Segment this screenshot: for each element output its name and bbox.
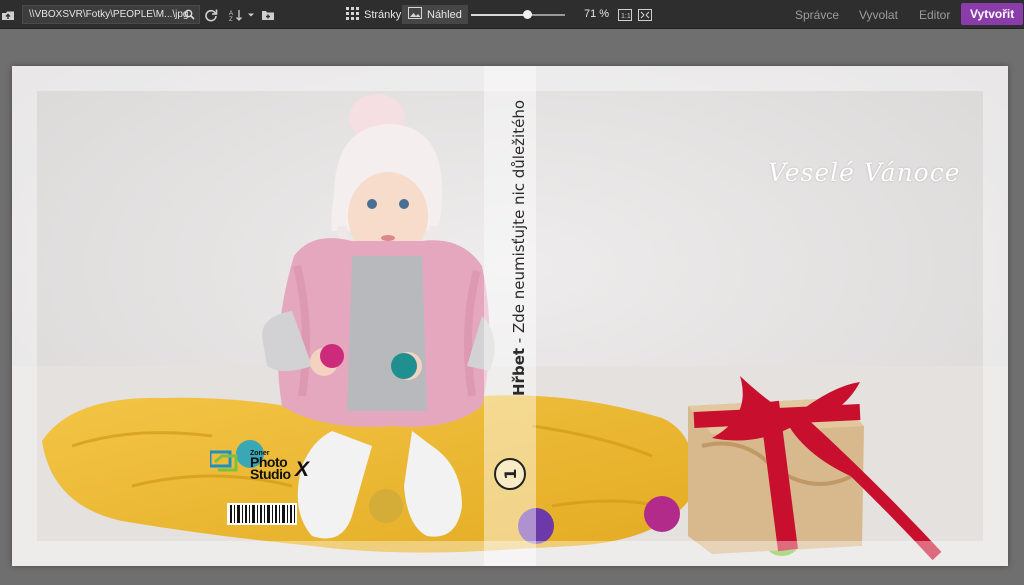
view-pages-label: Stránky	[364, 8, 402, 21]
mode-vytvorit[interactable]: Vytvořit	[961, 3, 1024, 25]
book-cover-canvas[interactable]: Hřbet - Zde neumisťujte nic důležitého 1…	[12, 66, 1008, 566]
spine-text-rest: - Zde neumisťujte nic důležitého	[510, 99, 528, 348]
spine-logo-badge: 1	[494, 458, 526, 490]
zoom-slider[interactable]	[471, 10, 565, 19]
zoom-level-label: 71 %	[584, 8, 610, 20]
bleed-left	[12, 91, 37, 541]
svg-text:1:1: 1:1	[621, 13, 631, 20]
new-folder-icon[interactable]	[261, 0, 275, 29]
top-toolbar: \\VBOXSVR\Fotky\PEOPLE\M...\jpg AZ Strán…	[0, 0, 1024, 29]
view-pages-button[interactable]: Stránky	[340, 5, 407, 24]
spine-logo-number: 1	[500, 468, 520, 480]
up-folder-icon[interactable]	[1, 0, 15, 29]
zoom-slider-knob[interactable]	[523, 10, 533, 19]
view-preview-label: Náhled	[427, 8, 462, 21]
chevron-down-icon[interactable]	[247, 0, 255, 29]
spine-text: Hřbet - Zde neumisťujte nic důležitého	[510, 100, 528, 396]
mode-vyvolat[interactable]: Vyvolat	[859, 8, 898, 22]
search-icon[interactable]	[184, 9, 195, 23]
view-preview-button[interactable]: Náhled	[402, 5, 468, 24]
path-text: \\VBOXSVR\Fotky\PEOPLE\M...\jpg	[29, 9, 189, 20]
mode-editor[interactable]: Editor	[919, 8, 950, 22]
sort-icon[interactable]: AZ	[229, 0, 243, 29]
zoom-slider-fill	[471, 14, 528, 16]
path-field[interactable]: \\VBOXSVR\Fotky\PEOPLE\M...\jpg	[22, 5, 200, 24]
greeting-text[interactable]: Veselé Vánoce	[768, 158, 961, 187]
mode-spravce[interactable]: Správce	[795, 8, 839, 22]
zoner-logo-studio: Studio	[250, 466, 291, 482]
pages-grid-icon	[346, 6, 359, 23]
image-preview-icon	[408, 7, 422, 22]
fit-screen-icon[interactable]	[638, 0, 652, 29]
actual-size-icon[interactable]: 1:1	[618, 0, 632, 29]
svg-text:Z: Z	[229, 17, 233, 22]
barcode	[227, 503, 297, 525]
bleed-right	[983, 91, 1008, 541]
refresh-icon[interactable]	[204, 0, 218, 29]
spine-text-bold: Hřbet	[510, 347, 528, 396]
zoner-logo-x: X	[295, 458, 310, 481]
